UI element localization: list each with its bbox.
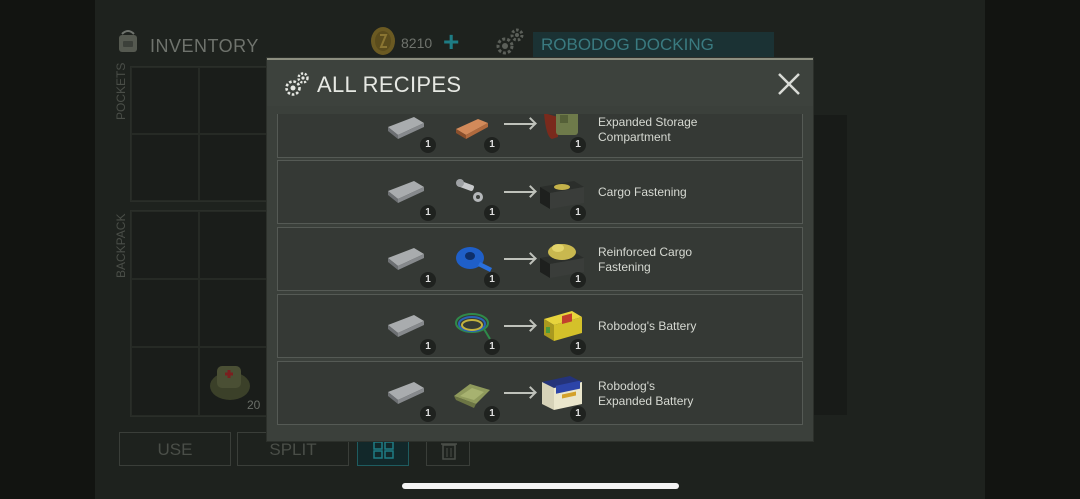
pockets-label: POCKETS bbox=[114, 62, 128, 120]
recipe-name: Reinforced Cargo Fastening bbox=[598, 245, 692, 275]
all-recipes-dialog: ALL RECIPES 1 1 1 Expanded Storage Compa… bbox=[267, 58, 813, 441]
dialog-title: ALL RECIPES bbox=[317, 72, 462, 97]
inventory-slot[interactable] bbox=[199, 211, 268, 279]
count-badge: 1 bbox=[570, 137, 586, 153]
recipe-name-line: Compartment bbox=[598, 130, 671, 144]
inventory-slot[interactable] bbox=[131, 134, 199, 201]
gears-icon bbox=[285, 72, 309, 96]
recipe-name: Robodog's Battery bbox=[598, 319, 696, 334]
recipe-arrow bbox=[504, 258, 534, 260]
recipe-row[interactable]: 1 1 1 Expanded Storage Compartment bbox=[277, 114, 803, 158]
count-badge: 1 bbox=[484, 339, 500, 355]
recipe-name-line: Robodog's Battery bbox=[598, 319, 697, 333]
recipe-name-line: Expanded Storage bbox=[598, 115, 698, 129]
recipe-name-line: Reinforced Cargo bbox=[598, 245, 693, 259]
recipe-arrow bbox=[504, 123, 534, 125]
station-title-bar: ROBODOG DOCKING STATION bbox=[533, 32, 774, 80]
gears-icon bbox=[496, 28, 524, 55]
recipe-arrow bbox=[504, 325, 534, 327]
backpack-label: BACKPACK bbox=[114, 213, 128, 278]
close-icon[interactable] bbox=[777, 72, 801, 96]
count-badge: 1 bbox=[484, 406, 500, 422]
count-badge: 1 bbox=[570, 205, 586, 221]
recipe-row[interactable]: 1 1 1 Robodog's Battery bbox=[277, 294, 803, 358]
recipe-arrow bbox=[504, 392, 534, 394]
recipe-name-line: Fastening bbox=[598, 260, 651, 274]
equipment-panel bbox=[812, 115, 847, 415]
recipe-row[interactable]: 1 1 1 Robodog's Expanded Battery bbox=[277, 361, 803, 425]
recipe-list[interactable]: 1 1 1 Expanded Storage Compartment 1 1 1… bbox=[277, 114, 803, 429]
count-badge: 1 bbox=[484, 272, 500, 288]
recipe-name-line: Robodog's bbox=[598, 379, 655, 393]
inventory-slot[interactable] bbox=[131, 279, 199, 347]
count-badge: 1 bbox=[420, 339, 436, 355]
count-badge: 1 bbox=[484, 205, 500, 221]
recipe-row[interactable]: 1 1 1 Reinforced Cargo Fastening bbox=[277, 227, 803, 291]
count-badge: 1 bbox=[420, 137, 436, 153]
item-count: 20 bbox=[247, 398, 261, 412]
count-badge: 1 bbox=[570, 406, 586, 422]
inventory-slot[interactable] bbox=[199, 279, 268, 347]
recipe-row[interactable]: 1 1 1 Cargo Fastening bbox=[277, 160, 803, 224]
home-indicator[interactable] bbox=[402, 483, 679, 489]
count-badge: 1 bbox=[570, 339, 586, 355]
inventory-slot[interactable] bbox=[199, 134, 268, 201]
backpack-icon bbox=[119, 30, 137, 52]
trash-icon bbox=[441, 443, 457, 460]
use-button[interactable]: USE bbox=[119, 432, 231, 466]
coin-icon bbox=[371, 27, 395, 55]
count-badge: 1 bbox=[420, 205, 436, 221]
recipe-name-line: Expanded Battery bbox=[598, 394, 694, 408]
pockets-grid bbox=[130, 66, 269, 202]
sort-grid-icon bbox=[373, 441, 394, 459]
count-badge: 1 bbox=[420, 272, 436, 288]
count-badge: 1 bbox=[420, 406, 436, 422]
recipe-name: Expanded Storage Compartment bbox=[598, 115, 697, 145]
inventory-title: INVENTORY bbox=[150, 36, 259, 56]
coin-count: 8210 bbox=[401, 35, 433, 51]
recipe-name: Cargo Fastening bbox=[598, 185, 687, 200]
recipe-name-line: Cargo Fastening bbox=[598, 185, 687, 199]
recipe-arrow bbox=[504, 191, 534, 193]
inventory-slot[interactable] bbox=[199, 67, 268, 134]
dialog-header: ALL RECIPES bbox=[267, 60, 813, 106]
add-coins-icon[interactable]: + bbox=[443, 28, 459, 56]
count-badge: 1 bbox=[484, 137, 500, 153]
inventory-slot[interactable] bbox=[131, 347, 199, 416]
inventory-slot[interactable] bbox=[131, 67, 199, 134]
recipe-name: Robodog's Expanded Battery bbox=[598, 379, 693, 409]
count-badge: 1 bbox=[570, 272, 586, 288]
inventory-slot[interactable] bbox=[131, 211, 199, 279]
